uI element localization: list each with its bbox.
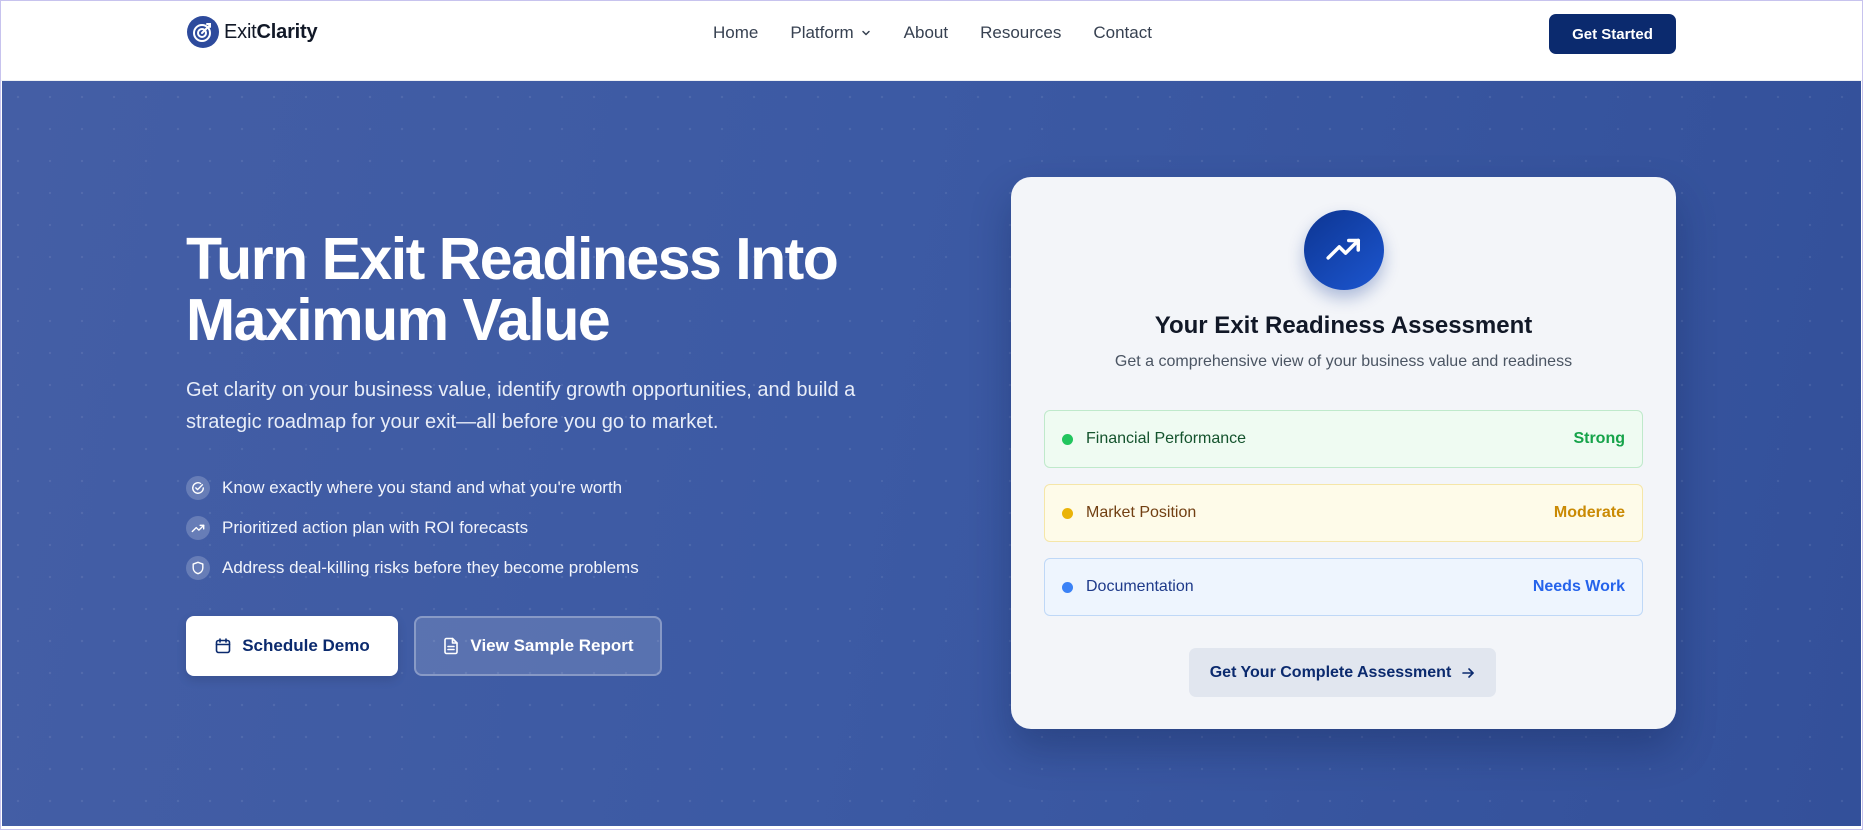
logo-suffix: Clarity: [256, 20, 318, 43]
calendar-icon: [215, 638, 231, 654]
view-sample-report-label: View Sample Report: [470, 636, 634, 655]
card-subtitle: Get a comprehensive view of your busines…: [1114, 353, 1573, 370]
nav-about-label: About: [903, 23, 949, 42]
main-nav: Home Platform About Resources Contact: [713, 23, 1152, 43]
hero-subtitle: Get clarity on your business value, iden…: [186, 379, 856, 433]
document-icon: [444, 637, 459, 655]
get-started-button[interactable]: Get Started: [1549, 14, 1676, 54]
nav-platform-label: Platform: [790, 23, 854, 42]
site-header: ExitClarity Home Platform About Resource…: [1, 1, 1862, 81]
metric-market-position: Market Position Moderate: [1044, 484, 1643, 542]
status-dot: [1062, 581, 1073, 593]
hero-title: Turn Exit Readiness Into Maximum Value: [186, 226, 839, 353]
hero-section: Turn Exit Readiness Into Maximum Value G…: [2, 81, 1861, 826]
nav-home[interactable]: Home: [713, 23, 758, 43]
arrow-right-icon: [1462, 667, 1475, 678]
nav-resources[interactable]: Resources: [980, 23, 1061, 43]
nav-contact[interactable]: Contact: [1093, 23, 1152, 43]
metric-name: Financial Performance: [1086, 430, 1247, 447]
target-logo-icon: [187, 16, 219, 48]
get-assessment-label: Get Your Complete Assessment: [1209, 663, 1452, 681]
feature-item: Address deal-killing risks before they b…: [186, 548, 639, 588]
schedule-demo-label: Schedule Demo: [242, 636, 370, 655]
feature-text: Address deal-killing risks before they b…: [222, 558, 639, 577]
nav-home-label: Home: [713, 23, 759, 42]
shield-icon: [186, 556, 210, 580]
metric-documentation: Documentation Needs Work: [1044, 558, 1643, 616]
status-badge: Moderate: [1553, 504, 1625, 521]
view-sample-report-button[interactable]: View Sample Report: [414, 616, 662, 676]
nav-about[interactable]: About: [904, 23, 948, 43]
logo[interactable]: ExitClarity: [187, 16, 318, 48]
trending-up-icon: [1304, 210, 1384, 290]
feature-item: Prioritized action plan with ROI forecas…: [186, 508, 639, 548]
status-dot: [1062, 507, 1073, 519]
schedule-demo-button[interactable]: Schedule Demo: [186, 616, 398, 676]
card-title: Your Exit Readiness Assessment: [1154, 312, 1533, 339]
logo-text: ExitClarity: [224, 20, 318, 44]
assessment-card: Your Exit Readiness Assessment Get a com…: [1011, 177, 1676, 729]
feature-item: Know exactly where you stand and what yo…: [186, 468, 639, 508]
nav-platform[interactable]: Platform: [790, 23, 871, 43]
metric-name: Documentation: [1086, 578, 1194, 595]
metric-name: Market Position: [1086, 504, 1197, 521]
feature-text: Know exactly where you stand and what yo…: [222, 478, 623, 497]
trending-up-icon: [186, 516, 210, 540]
feature-list: Know exactly where you stand and what yo…: [186, 468, 639, 588]
status-badge: Strong: [1573, 430, 1625, 447]
nav-contact-label: Contact: [1093, 23, 1152, 42]
feature-text: Prioritized action plan with ROI forecas…: [222, 518, 529, 537]
status-badge: Needs Work: [1532, 578, 1625, 595]
chevron-down-icon: [861, 30, 870, 36]
check-circle-icon: [186, 476, 210, 500]
logo-prefix: Exit: [224, 20, 257, 43]
metric-financial-performance: Financial Performance Strong: [1044, 410, 1643, 468]
get-assessment-button[interactable]: Get Your Complete Assessment: [1189, 648, 1496, 697]
status-dot: [1062, 433, 1073, 445]
nav-resources-label: Resources: [980, 23, 1062, 42]
